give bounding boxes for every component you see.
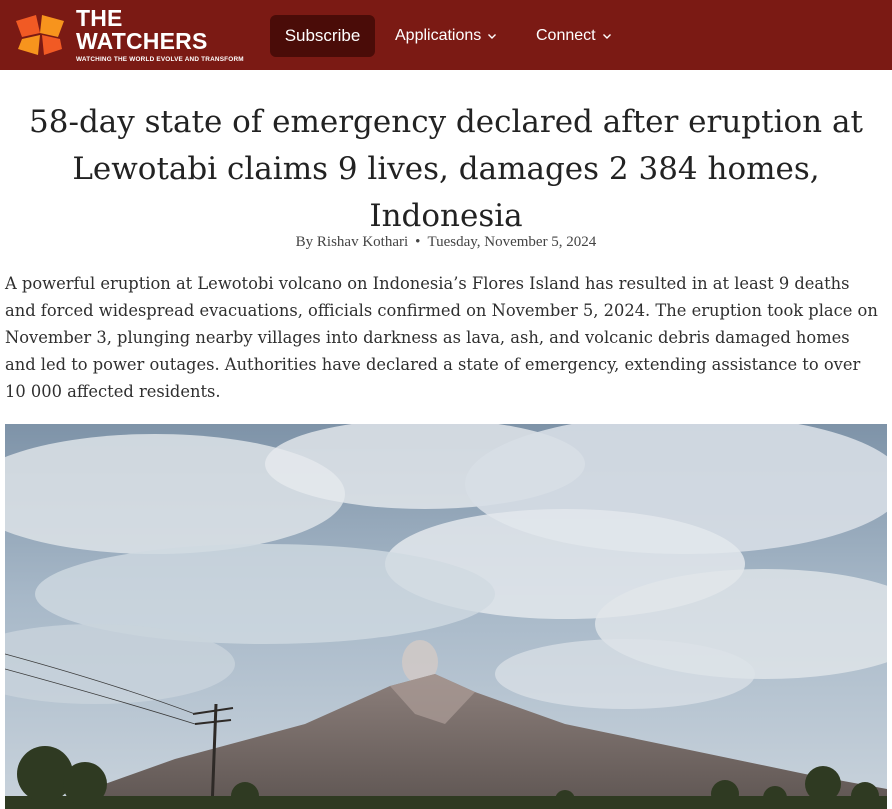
- nav-connect-label: Connect: [536, 27, 596, 44]
- article-lead: A powerful eruption at Lewotobi volcano …: [5, 274, 878, 401]
- chevron-down-icon: [602, 34, 611, 39]
- article-byline: By Rishav Kothari • Tuesday, November 5, 2…: [0, 234, 892, 251]
- nav-connect[interactable]: Connect: [536, 26, 612, 46]
- nav-applications-label: Applications: [395, 27, 482, 44]
- article-hero-image: [5, 424, 887, 809]
- nav-applications[interactable]: Applications: [395, 26, 497, 46]
- chevron-down-icon: [488, 34, 497, 39]
- volcano-photo: [5, 424, 887, 809]
- logo-icon: [16, 15, 64, 55]
- site-logo[interactable]: THE WATCHERS WATCHING THE WORLD EVOLVE A…: [14, 6, 254, 63]
- site-header: THE WATCHERS WATCHING THE WORLD EVOLVE A…: [0, 0, 892, 70]
- publish-date: Tuesday, November 5, 2024: [427, 234, 597, 250]
- article-title: 58-day state of emergency declared after…: [29, 103, 863, 234]
- brand-name: THE WATCHERS: [76, 4, 208, 54]
- subscribe-button[interactable]: Subscribe: [270, 15, 375, 57]
- author-link[interactable]: By Rishav Kothari: [296, 234, 409, 250]
- byline-separator: •: [415, 234, 421, 250]
- brand-tagline: WATCHING THE WORLD EVOLVE AND TRANSFORM: [76, 55, 244, 63]
